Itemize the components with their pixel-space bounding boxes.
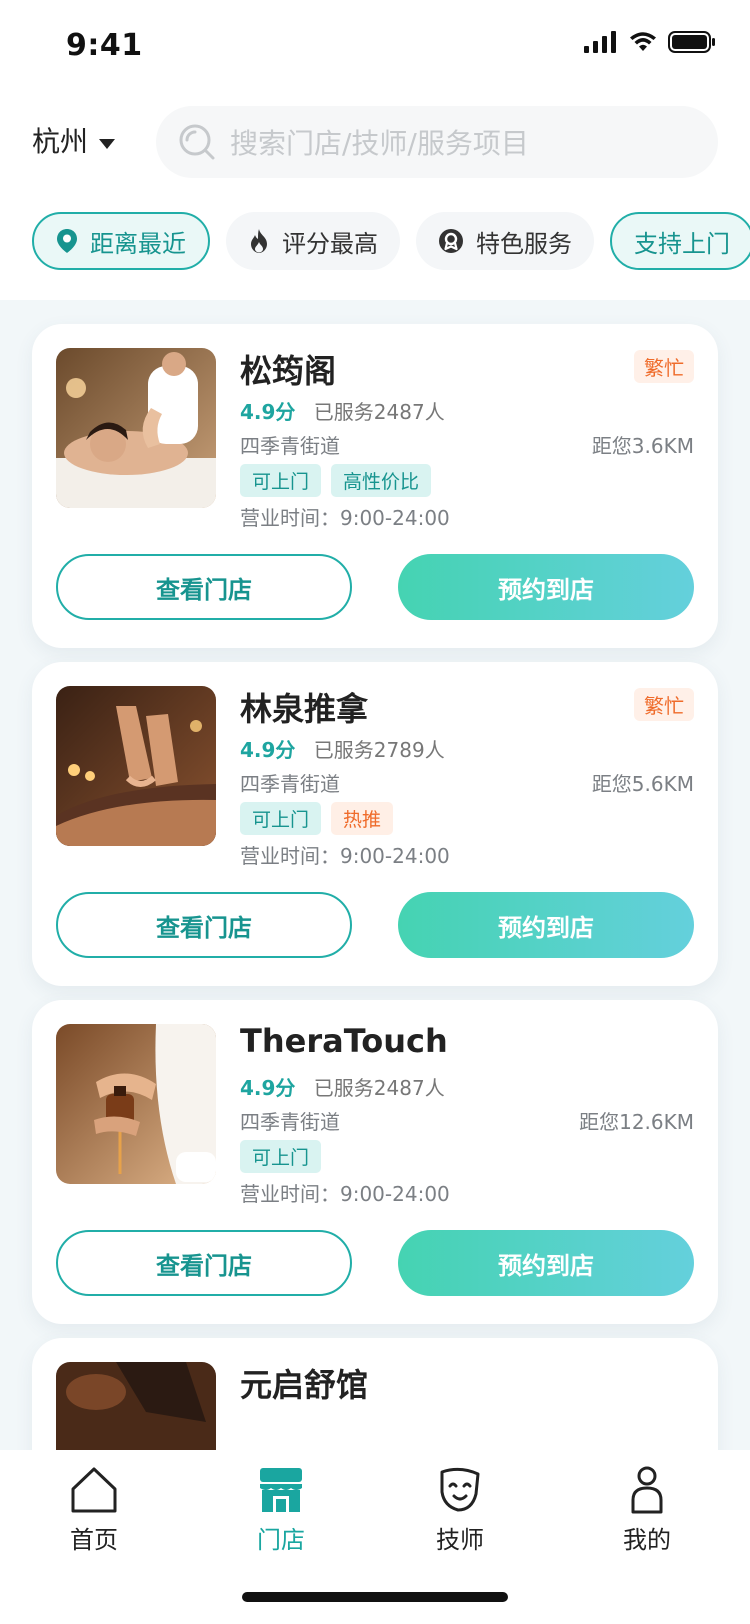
status-bar: 9:41: [0, 0, 750, 96]
filter-label: 评分最高: [282, 229, 378, 258]
home-indicator: [242, 1592, 508, 1602]
status-icons: [584, 30, 716, 58]
store-photo: [56, 686, 216, 846]
store-name: 元启舒馆: [240, 1366, 369, 1404]
search-input[interactable]: 搜索门店/技师/服务项目: [230, 122, 529, 162]
store-rating: 4.9分: [240, 1076, 296, 1100]
location-pin-icon: [56, 228, 78, 254]
flame-icon: [248, 228, 270, 254]
store-name: 林泉推拿: [240, 690, 369, 728]
store-tags: 可上门 高性价比: [240, 464, 432, 497]
store-distance: 距您5.6KM: [591, 772, 694, 796]
caret-down-icon: [98, 124, 116, 157]
profile-icon: [587, 1464, 707, 1516]
store-tags: 可上门: [240, 1140, 322, 1173]
store-card[interactable]: 松筠阁 繁忙 4.9分 已服务2487人 四季青街道 距您3.6KM 可上门 高…: [32, 324, 718, 648]
nav-label: 门店: [257, 1526, 305, 1554]
tag-home-service: 可上门: [240, 1140, 322, 1173]
served-count: 已服务2789人: [313, 738, 445, 762]
store-card[interactable]: 元启舒馆: [32, 1338, 718, 1450]
store-hours: 营业时间：9:00-24:00: [240, 1182, 450, 1206]
view-store-button[interactable]: 查看门店: [56, 554, 352, 620]
book-store-button[interactable]: 预约到店: [398, 1230, 694, 1296]
filter-rating[interactable]: 评分最高: [226, 212, 400, 270]
nav-label: 首页: [70, 1526, 118, 1554]
store-street: 四季青街道: [240, 434, 340, 458]
nav-technician[interactable]: 技师: [400, 1464, 520, 1555]
status-badge: 繁忙: [634, 350, 694, 383]
served-count: 已服务2487人: [313, 400, 445, 424]
filter-label: 距离最近: [90, 229, 186, 258]
store-hours: 营业时间：9:00-24:00: [240, 506, 450, 530]
store-card[interactable]: TheraTouch 4.9分 已服务2487人 四季青街道 距您12.6KM …: [32, 1000, 718, 1324]
store-rating: 4.9分: [240, 400, 296, 424]
tag-hot: 热推: [331, 802, 394, 835]
battery-icon: [668, 30, 716, 58]
filter-distance[interactable]: 距离最近: [32, 212, 210, 270]
nav-label: 我的: [623, 1526, 671, 1554]
book-store-button[interactable]: 预约到店: [398, 892, 694, 958]
store-distance: 距您12.6KM: [579, 1110, 694, 1134]
signal-icon: [584, 31, 618, 57]
view-store-button[interactable]: 查看门店: [56, 892, 352, 958]
store-name: 松筠阁: [240, 352, 337, 390]
nav-store[interactable]: 门店: [221, 1464, 341, 1555]
store-name: TheraTouch: [240, 1022, 448, 1060]
nav-home[interactable]: 首页: [34, 1464, 154, 1555]
store-photo: [56, 348, 216, 508]
filter-home-service[interactable]: 支持上门: [610, 212, 750, 270]
filter-chips: 距离最近 评分最高 特色服务 支持上门: [32, 212, 750, 270]
served-count: 已服务2487人: [313, 1076, 445, 1100]
book-store-button[interactable]: 预约到店: [398, 554, 694, 620]
store-card[interactable]: 林泉推拿 繁忙 4.9分 已服务2789人 四季青街道 距您5.6KM 可上门 …: [32, 662, 718, 986]
bottom-nav: 首页 门店 技师 我的: [0, 1450, 750, 1624]
home-icon: [34, 1464, 154, 1516]
tag-home-service: 可上门: [240, 464, 322, 497]
rating-line: 4.9分 已服务2789人: [240, 734, 445, 763]
search-row: 杭州 搜索门店/技师/服务项目: [0, 104, 750, 180]
status-badge: 繁忙: [634, 688, 694, 721]
store-photo: [56, 1024, 216, 1184]
nav-label: 技师: [436, 1526, 484, 1554]
store-street: 四季青街道: [240, 1110, 340, 1134]
search-icon: [178, 123, 216, 161]
view-store-button[interactable]: 查看门店: [56, 1230, 352, 1296]
status-time: 9:41: [66, 28, 143, 63]
tag-home-service: 可上门: [240, 802, 322, 835]
wifi-icon: [628, 31, 658, 57]
store-photo: [56, 1362, 216, 1450]
city-label: 杭州: [32, 125, 89, 158]
rating-line: 4.9分 已服务2487人: [240, 1072, 445, 1101]
store-distance: 距您3.6KM: [591, 434, 694, 458]
technician-mask-icon: [400, 1464, 520, 1516]
store-icon: [221, 1464, 341, 1516]
app-screen: 9:41 杭州 搜索门店/技师/服务项目 距离最近 评分最高 特色服务 支持上门…: [0, 0, 750, 1624]
filter-label: 特色服务: [476, 229, 572, 258]
store-tags: 可上门 热推: [240, 802, 394, 835]
search-bar[interactable]: 搜索门店/技师/服务项目: [156, 106, 718, 178]
filter-special[interactable]: 特色服务: [416, 212, 594, 270]
tag-value: 高性价比: [331, 464, 432, 497]
city-selector[interactable]: 杭州: [32, 120, 116, 160]
store-rating: 4.9分: [240, 738, 296, 762]
nav-profile[interactable]: 我的: [587, 1464, 707, 1555]
badge-icon: [438, 228, 464, 254]
store-list: 松筠阁 繁忙 4.9分 已服务2487人 四季青街道 距您3.6KM 可上门 高…: [0, 300, 750, 1450]
rating-line: 4.9分 已服务2487人: [240, 396, 445, 425]
store-street: 四季青街道: [240, 772, 340, 796]
filter-label: 支持上门: [634, 229, 730, 258]
store-hours: 营业时间：9:00-24:00: [240, 844, 450, 868]
